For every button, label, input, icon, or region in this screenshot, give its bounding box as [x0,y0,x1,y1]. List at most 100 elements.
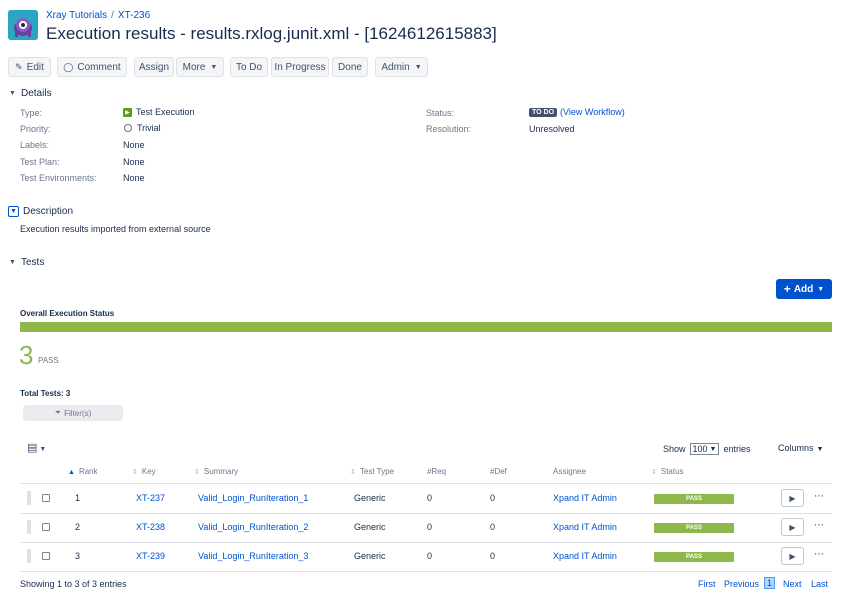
description-header: Description [23,206,74,217]
pager-first[interactable]: First [698,579,716,589]
status-badge: PASS [654,523,734,533]
test-execution-icon: ▶ [123,107,132,117]
table-header-divider [20,483,832,484]
test-environments-value: None [123,173,145,183]
play-icon: ▶ [789,551,796,561]
page-length-select[interactable]: 100 ▼ [689,443,720,455]
column-header-rank[interactable]: ▲ Rank [68,467,98,476]
row-drag-handle[interactable] [27,549,31,563]
row-drag-handle[interactable] [27,491,31,505]
column-header-summary-label: Summary [203,467,239,476]
in-progress-button[interactable]: In Progress [271,57,329,77]
row-checkbox[interactable] [42,552,50,560]
assign-button[interactable]: Assign [134,57,174,77]
breadcrumb-issue[interactable]: XT-236 [118,10,150,21]
resolution-label: Resolution: [426,124,472,134]
sort-icon: ⇕ [350,469,356,476]
column-header-status[interactable]: ⇕ Status [651,467,684,476]
row-rank: 3 [75,551,81,561]
done-button[interactable]: Done [332,57,368,77]
description-section-toggle[interactable]: ▼ Description [8,206,73,217]
project-avatar[interactable] [8,10,38,40]
pager-last[interactable]: Last [811,579,828,589]
test-environments-label: Test Environments: [20,173,97,183]
column-header-rank-label: Rank [78,467,98,476]
execute-test-button[interactable]: ▶ [781,518,804,536]
row-actions-icon[interactable]: ⋯ [814,549,824,560]
resolution-value: Unresolved [529,124,575,134]
row-def-count: 0 [490,522,496,532]
add-button-label: Add [793,283,814,295]
type-value: ▶ Test Execution [123,107,195,117]
table-info: Showing 1 to 3 of 3 entries [20,579,127,589]
row-assignee-link[interactable]: Xpand IT Admin [553,522,617,532]
column-options-icon[interactable]: ▤ ▼ [27,441,46,454]
show-label: Show [663,444,686,454]
details-header: Details [21,88,52,99]
chevron-down-icon: ▼ [210,63,218,71]
chevron-down-icon: ▼ [709,445,717,453]
labels-value: None [123,140,145,150]
chevron-down-icon: ▼ [414,63,422,71]
details-section-toggle[interactable]: ▼ Details [8,88,52,99]
filter-icon: ⏷ [54,408,62,417]
column-header-def: #Def [490,467,507,476]
priority-trivial-icon [124,124,132,132]
row-checkbox[interactable] [42,523,50,531]
breadcrumb: Xray Tutorials / XT-236 [46,10,150,21]
filter-button-label: Filter(s) [64,408,92,418]
row-assignee-link[interactable]: Xpand IT Admin [553,551,617,561]
row-key-link[interactable]: XT-237 [136,493,165,503]
row-summary-link[interactable]: Valid_Login_RunIteration_3 [198,551,308,561]
edit-button-label: Edit [26,61,44,73]
sort-icon: ⇕ [132,469,138,476]
status-badge: TO DO [529,107,558,117]
chevron-down-icon: ▼ [9,259,16,266]
priority-value-text: Trivial [137,123,161,133]
row-req-count: 0 [427,493,433,503]
row-actions-icon[interactable]: ⋯ [814,491,824,502]
columns-dropdown[interactable]: Columns ▼ [778,443,823,453]
page-length-value: 100 [692,444,708,454]
row-divider [20,542,832,543]
row-actions-icon[interactable]: ⋯ [814,520,824,531]
execute-test-button[interactable]: ▶ [781,547,804,565]
pager-next[interactable]: Next [783,579,802,589]
pencil-icon: ✎ [15,61,23,72]
type-label: Type: [20,108,43,118]
description-text: Execution results imported from external… [20,224,211,234]
comment-button-label: Comment [77,61,121,73]
to-do-button[interactable]: To Do [230,57,268,77]
view-workflow-link[interactable]: (View Workflow) [560,107,625,117]
column-header-key[interactable]: ⇕ Key [132,467,156,476]
tests-section-toggle[interactable]: ▼ Tests [8,257,44,268]
row-key-link[interactable]: XT-238 [136,522,165,532]
column-header-status-label: Status [660,467,684,476]
add-tests-button[interactable]: + Add ▼ [776,279,832,299]
breadcrumb-project[interactable]: Xray Tutorials [46,10,107,21]
comment-button[interactable]: ◯ Comment [57,57,127,77]
row-checkbox[interactable] [42,494,50,502]
edit-button[interactable]: ✎ Edit [8,57,51,77]
columns-label: Columns [778,443,814,453]
filter-button[interactable]: ⏷ Filter(s) [23,405,123,421]
done-button-label: Done [338,61,362,73]
in-progress-button-label: In Progress [274,61,326,73]
row-summary-link[interactable]: Valid_Login_RunIteration_1 [198,493,308,503]
row-assignee-link[interactable]: Xpand IT Admin [553,493,617,503]
status-value: TO DO (View Workflow) [529,107,625,117]
admin-button-label: Admin [381,61,410,73]
column-header-summary[interactable]: ⇕ Summary [194,467,238,476]
pager-previous[interactable]: Previous [724,579,759,589]
admin-button[interactable]: Admin ▼ [375,57,428,77]
pager-current-page[interactable]: 1 [764,577,776,589]
status-badge: PASS [654,552,734,562]
column-header-test-type[interactable]: ⇕ Test Type [350,467,394,476]
execute-test-button[interactable]: ▶ [781,489,804,507]
row-test-type: Generic [354,493,386,503]
row-drag-handle[interactable] [27,520,31,534]
overall-execution-progress-bar [20,322,832,332]
row-summary-link[interactable]: Valid_Login_RunIteration_2 [198,522,308,532]
more-button[interactable]: More ▼ [176,57,224,77]
row-key-link[interactable]: XT-239 [136,551,165,561]
